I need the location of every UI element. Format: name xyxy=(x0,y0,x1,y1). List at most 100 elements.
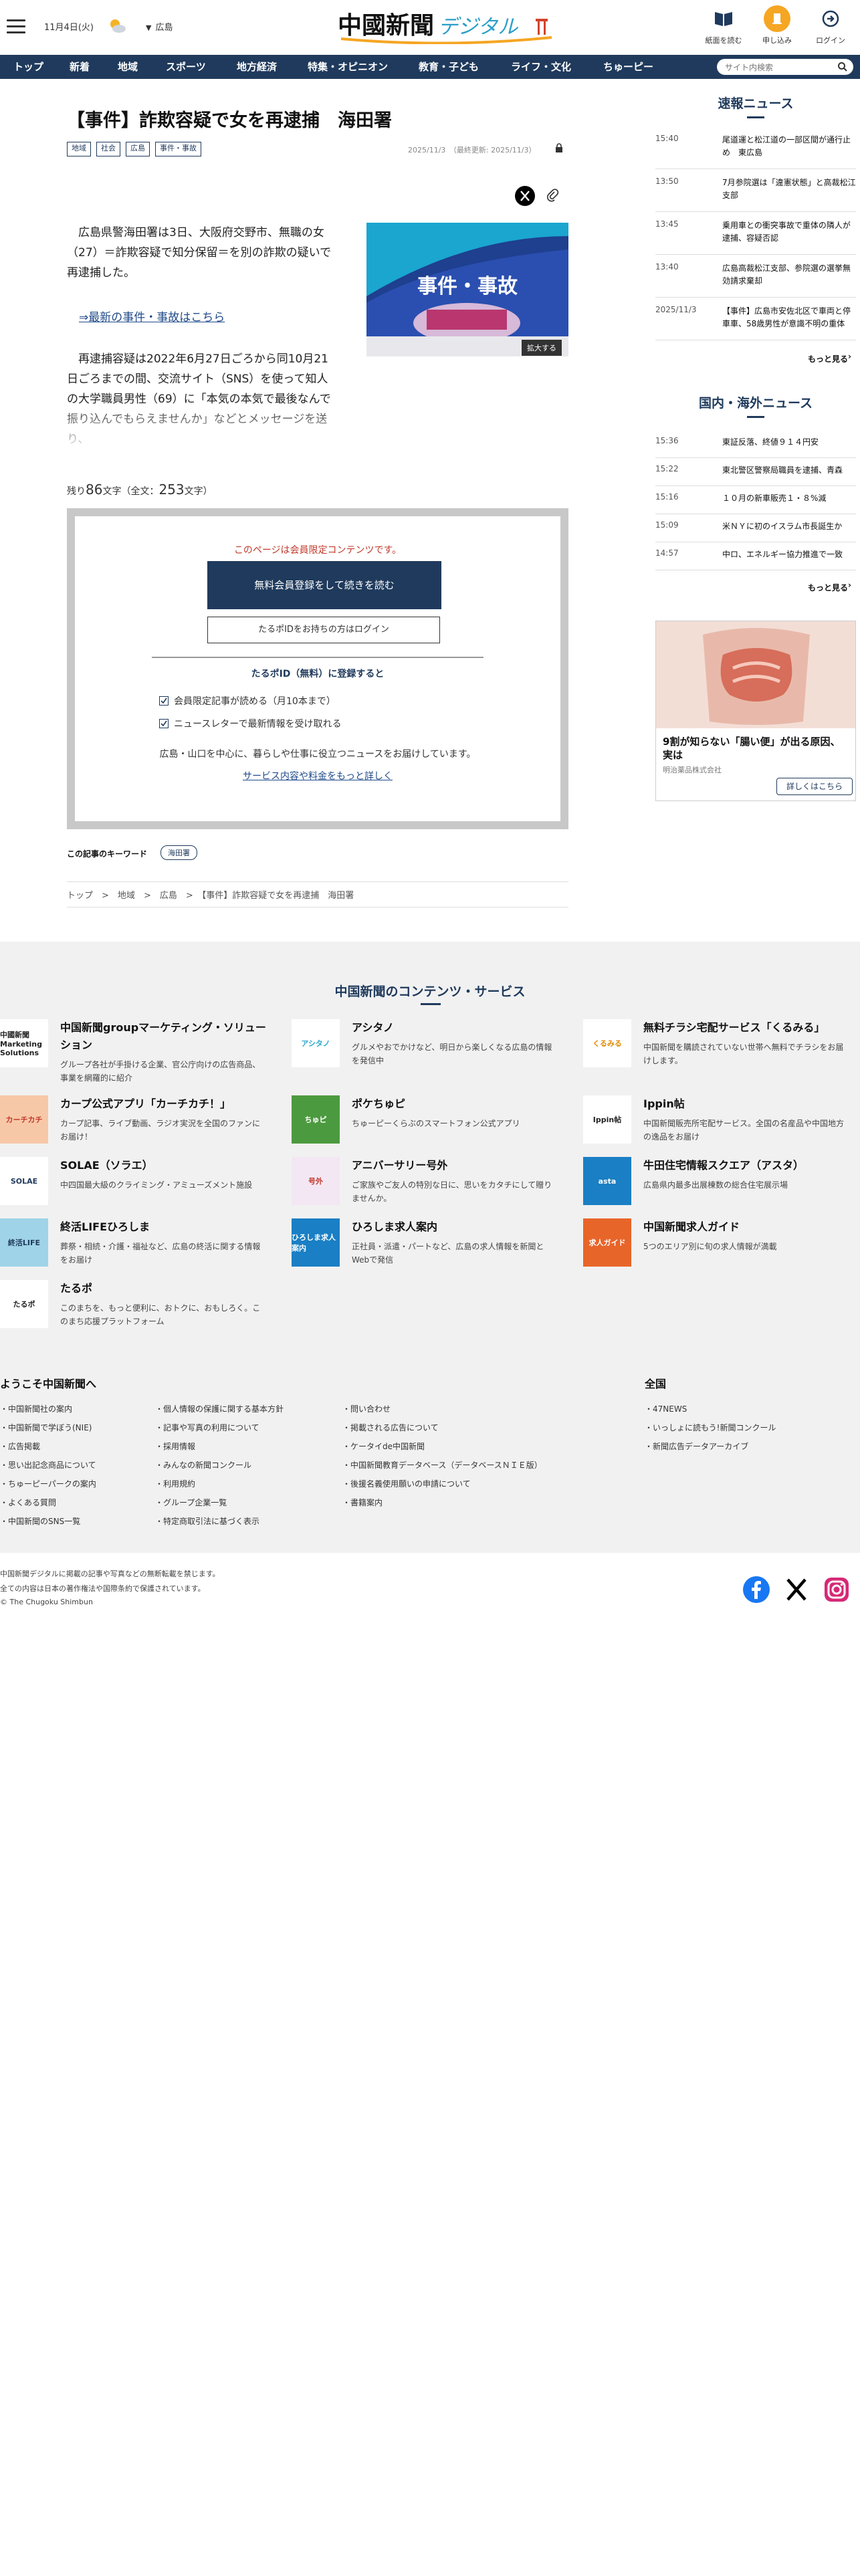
news-item[interactable]: 14:57 中ロ、エネルギー協力推進で一致 xyxy=(655,548,856,570)
footer-link[interactable]: ・ちゅーピーパークの案内 xyxy=(0,1478,96,1489)
keyword-tag[interactable]: 海田署 xyxy=(160,845,197,860)
signup-button[interactable]: 申し込み xyxy=(752,5,802,52)
footer-link[interactable]: ・特定商取引法に基づく表示 xyxy=(155,1515,259,1527)
footer-link[interactable]: ・掲載される広告について xyxy=(342,1422,439,1433)
site-logo[interactable]: 中國新聞 デジタル xyxy=(338,5,558,44)
ad-source: 明治薬品株式会社 xyxy=(663,766,722,774)
footer-link[interactable]: ・中国新聞社の案内 xyxy=(0,1403,72,1414)
footer-link[interactable]: ・中国新聞のSNS一覧 xyxy=(0,1515,80,1527)
footer-link[interactable]: ・思い出記念商品について xyxy=(0,1459,96,1471)
tag-link[interactable]: 事件・事故 xyxy=(155,142,201,156)
footer-link[interactable]: ・問い合わせ xyxy=(342,1403,391,1414)
service-desc: ちゅーピーくらぶのスマートフォン公式アプリ xyxy=(352,1119,520,1128)
footer-link[interactable]: ・広告掲載 xyxy=(0,1440,40,1452)
tag-link[interactable]: 地域 xyxy=(67,142,91,156)
ad-cta-button[interactable]: 詳しくはこちら xyxy=(776,778,853,795)
service-item[interactable]: カーチカチ カープ公式アプリ「カーチカチ！」 カープ記事、ライブ動画、ラジオ実況を全… xyxy=(0,1095,265,1162)
footer-link[interactable]: ・記事や写真の利用について xyxy=(155,1422,259,1433)
service-item[interactable]: くるみる 無料チラシ宅配サービス「くるみる」 中国新聞を購読されていない世帯へ無料で… xyxy=(583,1019,848,1086)
service-item[interactable]: アシタノ アシタノ グルメやおでかけなど、明日から楽しくなる広島の情報を発信中 xyxy=(292,1019,556,1086)
nav-sports[interactable]: スポーツ xyxy=(166,55,206,79)
crumb-top[interactable]: トップ xyxy=(67,891,93,901)
site-search xyxy=(717,59,853,76)
facebook-icon[interactable] xyxy=(742,1576,770,1604)
footer-link[interactable]: ・ケータイde中国新聞 xyxy=(342,1440,425,1452)
service-item[interactable]: 求人ガイド 中国新聞求人ガイド 5つのエリア別に旬の求人情報が満載 xyxy=(583,1218,848,1285)
enlarge-button[interactable]: 拡大する xyxy=(522,340,562,356)
service-item[interactable]: たるポ たるポ このまちを、もっと便利に、おトクに、おもしろく。このまち応援プラット… xyxy=(0,1280,265,1347)
nav-region[interactable]: 地域 xyxy=(118,55,138,79)
read-paper-button[interactable]: 紙面を読む xyxy=(698,5,749,52)
service-item[interactable]: 中國新聞 Marketing Solutions 中国新聞groupマーケティング… xyxy=(0,1019,266,1086)
footer-link[interactable]: ・みんなの新聞コンクール xyxy=(155,1459,251,1471)
breaking-more-link[interactable]: もっと見る xyxy=(808,353,848,364)
service-item[interactable]: Ippin帖 Ippin帖 中国新聞販売所宅配サービス。全国の名産品や中国地方の逸品… xyxy=(583,1095,848,1162)
sidebar-ad[interactable]: 広告 9割が知らない「腸い便」が出る原因、実は 明治薬品株式会社 詳しくはこちら xyxy=(655,621,856,801)
footer-link[interactable]: ・書籍案内 xyxy=(342,1497,383,1508)
divider xyxy=(67,881,568,882)
paywall-box: このページは会員限定コンテンツです。 無料会員登録をして続きを読む たるポIDを… xyxy=(67,508,568,829)
service-desc: 中国新聞販売所宅配サービス。全国の名産品や中国地方の逸品をお届け xyxy=(643,1119,845,1142)
login-button[interactable]: ログイン xyxy=(805,5,856,52)
news-item[interactable]: 15:40 尾道運と松江道の一部区間が通行止め 東広島 xyxy=(655,134,856,169)
service-item[interactable]: 終活LIFE 終活LIFEひろしま 葬祭・相続・介護・福祉など、広島の終活に関する情… xyxy=(0,1218,265,1285)
service-item[interactable]: SOLAE SOLAE（ソラエ） 中四国最大級のクライミング・アミューズメント施設 xyxy=(0,1157,265,1224)
footer-link[interactable]: ・個人情報の保護に関する基本方針 xyxy=(155,1403,284,1414)
footer-link[interactable]: ・後援名義使用願いの申請について xyxy=(342,1478,471,1489)
crumb-region[interactable]: 地域 xyxy=(118,891,135,901)
footer-link[interactable]: ・よくある質問 xyxy=(0,1497,56,1508)
copy-link-icon[interactable] xyxy=(546,189,560,203)
register-button[interactable]: 無料会員登録をして続きを読む xyxy=(207,561,441,609)
article-photo[interactable]: 事件・事故 xyxy=(366,223,568,356)
service-details-link[interactable]: サービス内容や料金をもっと詳しく xyxy=(75,769,560,782)
world-more-link[interactable]: もっと見る xyxy=(808,582,848,593)
latest-incidents-link[interactable]: ⇒最新の事件・事故はこちら xyxy=(79,308,225,324)
instagram-icon[interactable] xyxy=(823,1576,851,1604)
footer-link[interactable]: ・中国新聞教育データベース（データベースＮＩＥ版） xyxy=(342,1459,542,1471)
crumb-hiroshima[interactable]: 広島 xyxy=(160,891,177,901)
footer-link[interactable]: ・新聞広告データアーカイブ xyxy=(645,1440,748,1452)
service-name: 中国新聞求人ガイド xyxy=(643,1220,740,1233)
service-item[interactable]: 号外 アニバーサリー号外 ご家族やご友人の特別な日に、思いをカタチにして贈りませんか… xyxy=(292,1157,556,1224)
nav-economy[interactable]: 地方経済 xyxy=(237,55,277,79)
news-item[interactable]: 15:36 東証反落、終値９１４円安 xyxy=(655,436,856,458)
footer-link[interactable]: ・いっしょに読もう!新聞コンクール xyxy=(645,1422,776,1433)
region-select[interactable]: ▼ 広島 xyxy=(146,20,173,33)
news-item[interactable]: 15:22 東北警区警察局職員を逮捕、青森 xyxy=(655,464,856,486)
service-item[interactable]: asta 牛田住宅情報スクエア（アスタ） 広島県内最多出展棟数の総合住宅展示場 xyxy=(583,1157,848,1224)
login-link-button[interactable]: たるポIDをお持ちの方はログイン xyxy=(207,617,440,643)
news-item[interactable]: 13:45 乗用車との衝突事故で重体の隣人が逮捕、容疑否認 xyxy=(655,219,856,255)
footer-link[interactable]: ・グループ企業一覧 xyxy=(155,1497,227,1508)
footer-link[interactable]: ・47NEWS xyxy=(645,1403,687,1414)
footer-link[interactable]: ・採用情報 xyxy=(155,1440,195,1452)
service-logo: 求人ガイド xyxy=(583,1218,631,1267)
breaking-news-title: 速報ニュース xyxy=(718,96,794,111)
news-item[interactable]: 13:50 7月参院選は「違憲状態」と高裁松江支部 xyxy=(655,177,856,212)
service-desc: 中国新聞を購読されていない世帯へ無料でチラシをお届けします。 xyxy=(643,1043,844,1065)
nav-top[interactable]: トップ xyxy=(13,55,43,79)
news-item[interactable]: 13:40 広島高裁松江支部、参院選の選挙無効請求棄却 xyxy=(655,262,856,298)
tag-link[interactable]: 広島 xyxy=(126,142,150,156)
copyright-line: 中国新聞デジタルに掲載の記事や写真などの無断転載を禁じます。 xyxy=(0,1570,220,1578)
paywall-lead: このページは会員限定コンテンツです。 xyxy=(233,545,402,556)
service-item[interactable]: ひろしま求人案内 ひろしま求人案内 正社員・派遣・パートなど、広島の求人情報を新聞と… xyxy=(292,1218,556,1285)
menu-icon[interactable] xyxy=(7,19,25,34)
service-item[interactable]: ちゅピ ポケちゅピ ちゅーピーくらぶのスマートフォン公式アプリ xyxy=(292,1095,556,1162)
news-item[interactable]: 15:09 米ＮＹに初のイスラム市長誕生か xyxy=(655,520,856,542)
service-name: ポケちゅピ xyxy=(352,1097,406,1110)
search-icon[interactable] xyxy=(837,62,848,72)
nav-life[interactable]: ライフ・文化 xyxy=(511,55,571,79)
search-input[interactable] xyxy=(724,59,833,76)
nav-new[interactable]: 新着 xyxy=(70,55,90,79)
nav-features[interactable]: 特集・オピニオン xyxy=(308,55,388,79)
nav-chupi[interactable]: ちゅーピー xyxy=(603,55,653,79)
nav-education[interactable]: 教育・子ども xyxy=(419,55,479,79)
x-share-icon[interactable] xyxy=(515,186,535,206)
x-icon[interactable] xyxy=(782,1576,811,1604)
news-item[interactable]: 2025/11/3 【事件】広島市安佐北区で車両と停車車、58歳男性が意識不明の重… xyxy=(655,305,856,340)
footer-link[interactable]: ・中国新聞で学ぼう(NIE) xyxy=(0,1422,92,1433)
title-underline xyxy=(747,416,764,418)
tag-link[interactable]: 社会 xyxy=(96,142,120,156)
footer-link[interactable]: ・利用規約 xyxy=(155,1478,195,1489)
news-item[interactable]: 15:16 １０月の新車販売１・８%減 xyxy=(655,492,856,514)
